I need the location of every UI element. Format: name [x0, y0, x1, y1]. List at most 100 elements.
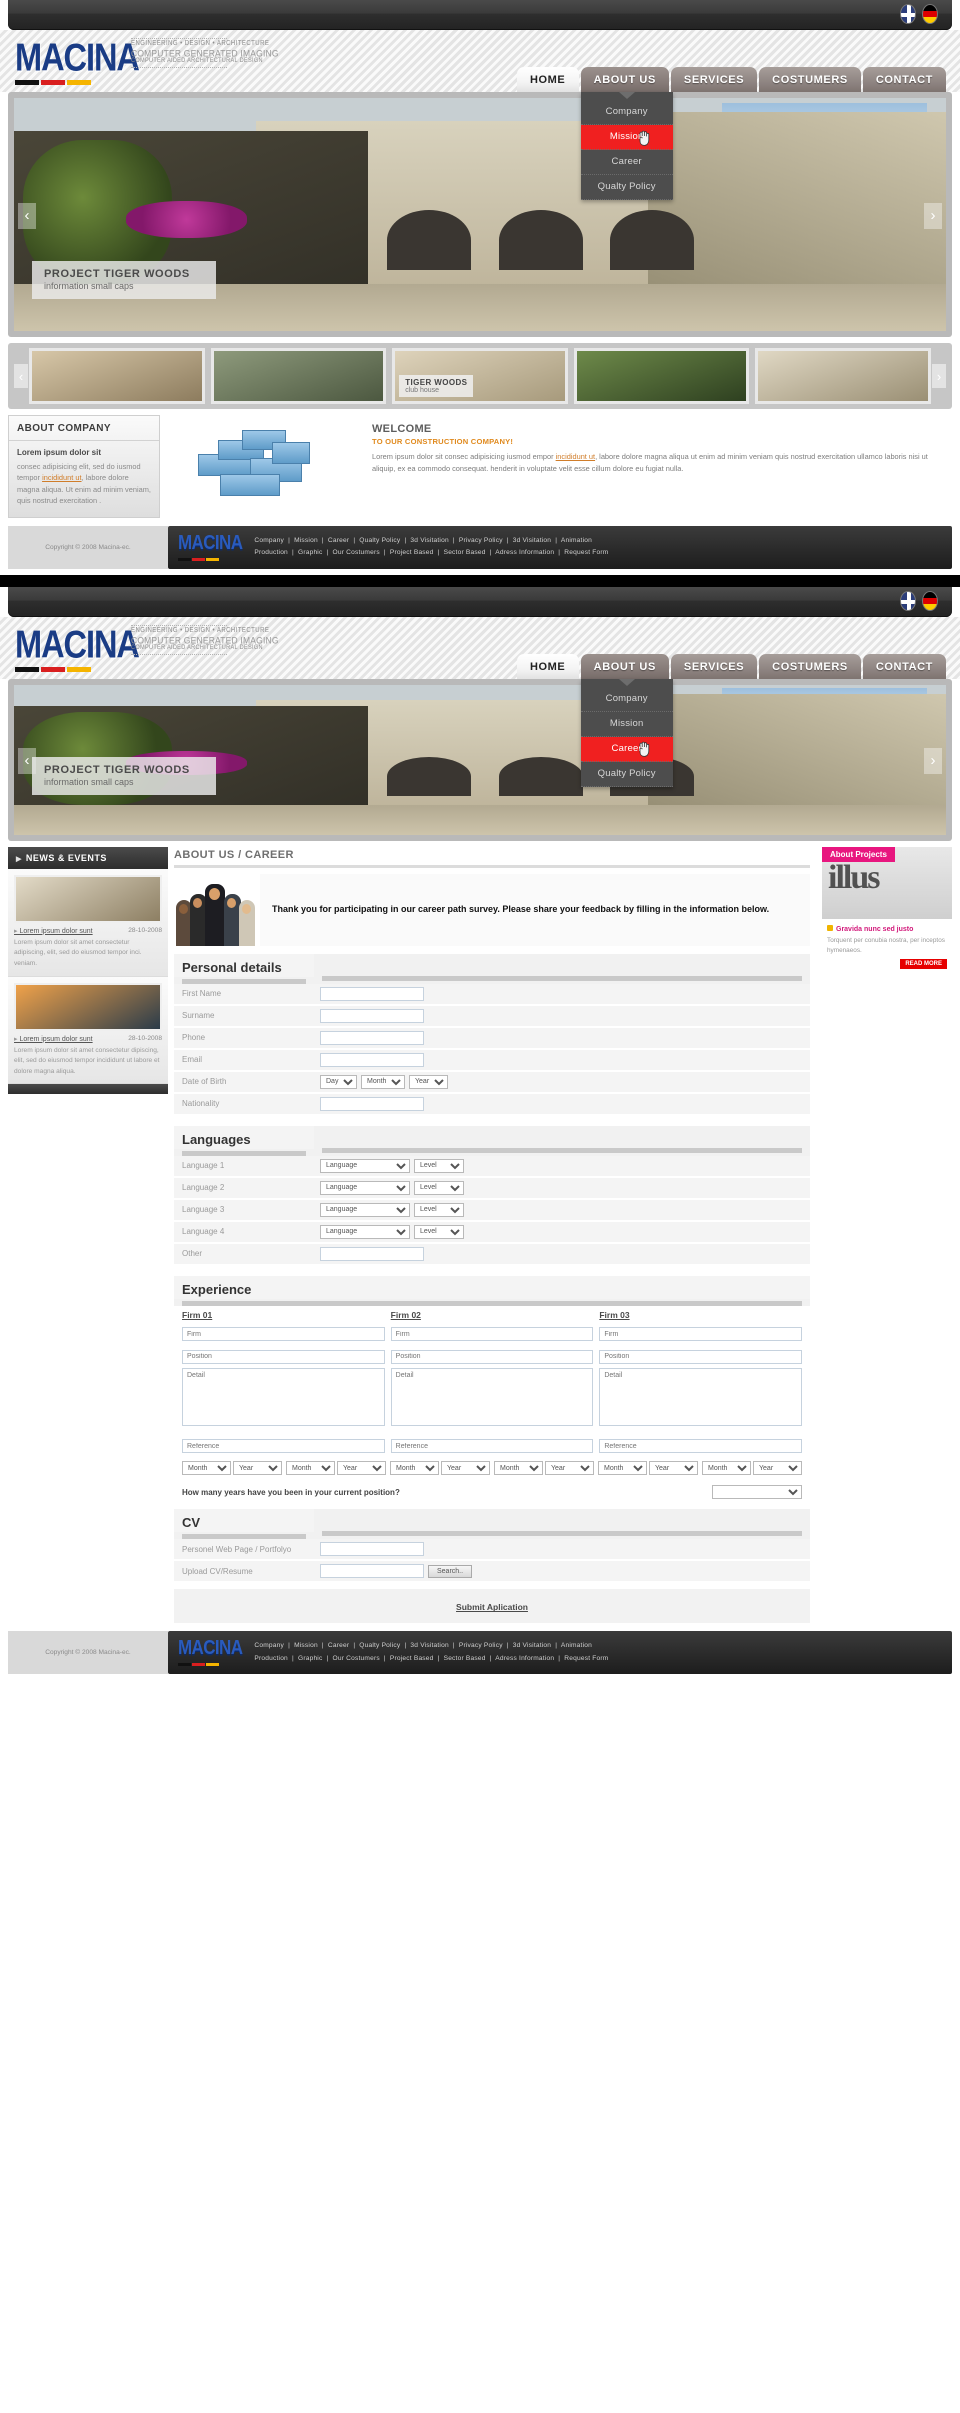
select-birth-day[interactable]: Day	[320, 1074, 357, 1089]
select-language-2-level[interactable]: Level	[414, 1180, 464, 1195]
dropdown-item-qualty-policy[interactable]: Qualty Policy	[580, 762, 673, 787]
textarea-firm-03-detail[interactable]	[599, 1367, 803, 1426]
footer-link[interactable]: Animation	[561, 1642, 592, 1649]
footer-link[interactable]: Adress Information	[495, 1655, 554, 1662]
thumbnail-item[interactable]	[573, 348, 750, 404]
select-firm-01-end-year[interactable]: Year	[337, 1461, 386, 1476]
footer-logo[interactable]: MACINA	[178, 532, 243, 561]
input-firm-03-reference[interactable]	[599, 1439, 803, 1454]
nav-item-home[interactable]: HOME	[516, 653, 579, 679]
slider-next-button[interactable]: ›	[924, 747, 942, 774]
input-email[interactable]	[320, 1052, 424, 1067]
nav-item-about-us[interactable]: ABOUT US Company Mission Career Qualty P…	[580, 67, 673, 200]
select-firm-03-end-year[interactable]: Year	[753, 1461, 802, 1476]
footer-link[interactable]: Request Form	[564, 1655, 608, 1662]
footer-link[interactable]: Graphic	[298, 1655, 323, 1662]
select-firm-01-start-month[interactable]: Month	[182, 1461, 231, 1476]
select-firm-03-start-month[interactable]: Month	[598, 1461, 647, 1476]
footer-link[interactable]: Privacy Policy	[459, 537, 503, 544]
select-language-1-level[interactable]: Level	[414, 1158, 464, 1173]
select-firm-03-end-month[interactable]: Month	[702, 1461, 751, 1476]
footer-link[interactable]: Our Costumers	[333, 549, 380, 556]
footer-link[interactable]: Company	[254, 537, 284, 544]
language-flag-english[interactable]	[900, 590, 916, 611]
browse-file-button[interactable]: Search..	[428, 1564, 473, 1578]
footer-link[interactable]: Sector Based	[444, 1655, 486, 1662]
input-surname[interactable]	[320, 1008, 424, 1023]
select-firm-02-start-month[interactable]: Month	[390, 1461, 439, 1476]
dropdown-item-mission[interactable]: Mission	[580, 125, 673, 150]
input-first-name[interactable]	[320, 986, 424, 1001]
select-firm-02-end-year[interactable]: Year	[545, 1461, 594, 1476]
textarea-firm-01-detail[interactable]	[182, 1367, 385, 1426]
footer-link[interactable]: Career	[328, 1642, 349, 1649]
dropdown-item-qualty-policy[interactable]: Qualty Policy	[580, 175, 673, 200]
aside-news-title[interactable]: Gravida nunc sed justo	[827, 924, 947, 933]
select-firm-02-start-year[interactable]: Year	[441, 1461, 490, 1476]
input-phone[interactable]	[320, 1030, 424, 1045]
read-more-button[interactable]: READ MORE	[900, 959, 947, 970]
select-language-4-level[interactable]: Level	[414, 1224, 464, 1239]
input-firm-02-reference[interactable]	[390, 1439, 594, 1454]
select-language-3[interactable]: Language	[320, 1202, 410, 1217]
thumbs-next-button[interactable]: ›	[932, 364, 946, 388]
logo[interactable]: MACINA	[15, 38, 140, 85]
select-firm-02-end-month[interactable]: Month	[494, 1461, 543, 1476]
select-birth-month[interactable]: Month	[361, 1074, 405, 1089]
footer-link[interactable]: 3d Visitation	[410, 1642, 448, 1649]
slider-prev-button[interactable]: ‹	[18, 202, 36, 229]
footer-link[interactable]: Qualty Policy	[359, 537, 400, 544]
footer-link[interactable]: 3d Visitation	[513, 537, 551, 544]
dropdown-item-mission[interactable]: Mission	[580, 712, 673, 737]
slider-next-button[interactable]: ›	[924, 202, 942, 229]
thumbs-prev-button[interactable]: ‹	[14, 364, 28, 388]
nav-item-services[interactable]: SERVICES	[670, 67, 758, 92]
footer-link[interactable]: 3d Visitation	[410, 537, 448, 544]
footer-link[interactable]: Company	[254, 1642, 284, 1649]
select-years-in-position[interactable]	[712, 1485, 802, 1500]
about-projects-banner[interactable]: About Projects illus	[822, 846, 952, 919]
footer-link[interactable]: Sector Based	[444, 549, 486, 556]
footer-link[interactable]: Graphic	[298, 549, 323, 556]
nav-item-home[interactable]: HOME	[516, 67, 579, 92]
footer-link[interactable]: Mission	[294, 1642, 318, 1649]
nav-item-contact[interactable]: CONTACT	[862, 67, 946, 92]
footer-link[interactable]: Qualty Policy	[359, 1642, 400, 1649]
thumbnail-item[interactable]	[29, 348, 205, 404]
input-firm-01-firm[interactable]	[182, 1327, 385, 1342]
thumbnail-item[interactable]	[755, 348, 931, 404]
nav-item-contact[interactable]: CONTACT	[862, 653, 946, 679]
input-firm-02-firm[interactable]	[390, 1327, 594, 1342]
dropdown-item-career[interactable]: Career	[580, 150, 673, 175]
footer-link[interactable]: Privacy Policy	[459, 1642, 503, 1649]
input-firm-03-firm[interactable]	[599, 1327, 803, 1342]
footer-link[interactable]: Adress Information	[495, 549, 554, 556]
submit-application-button[interactable]: Submit Aplication	[456, 1602, 528, 1612]
select-firm-01-start-year[interactable]: Year	[233, 1461, 282, 1476]
select-firm-03-start-year[interactable]: Year	[649, 1461, 698, 1476]
footer-link[interactable]: 3d Visitation	[513, 1642, 551, 1649]
nav-item-costumers[interactable]: COSTUMERS	[759, 67, 861, 92]
select-firm-01-end-month[interactable]: Month	[286, 1461, 335, 1476]
nav-item-services[interactable]: SERVICES	[670, 653, 758, 679]
input-firm-03-position[interactable]	[599, 1349, 803, 1364]
select-language-2[interactable]: Language	[320, 1180, 410, 1195]
select-birth-year[interactable]: Year	[409, 1074, 448, 1089]
footer-link[interactable]: Career	[328, 537, 349, 544]
input-upload-cv-path[interactable]	[320, 1564, 424, 1579]
footer-link[interactable]: Animation	[561, 537, 592, 544]
footer-link[interactable]: Request Form	[564, 549, 608, 556]
input-nationality[interactable]	[320, 1096, 424, 1111]
footer-logo[interactable]: MACINA	[178, 1638, 243, 1667]
dropdown-item-company[interactable]: Company	[580, 100, 673, 125]
input-firm-01-reference[interactable]	[182, 1439, 385, 1454]
footer-link[interactable]: Project Based	[390, 1655, 434, 1662]
news-item-title[interactable]: ▸ Lorem ipsum dolor sunt	[14, 927, 93, 935]
dropdown-item-company[interactable]: Company	[580, 687, 673, 712]
nav-item-costumers[interactable]: COSTUMERS	[759, 653, 861, 679]
thumbnail-item[interactable]: TIGER WOODS club house	[392, 348, 568, 404]
language-flag-german[interactable]	[922, 4, 938, 24]
footer-link[interactable]: Our Costumers	[333, 1655, 380, 1662]
input-language-other[interactable]	[320, 1246, 424, 1261]
select-language-4[interactable]: Language	[320, 1224, 410, 1239]
